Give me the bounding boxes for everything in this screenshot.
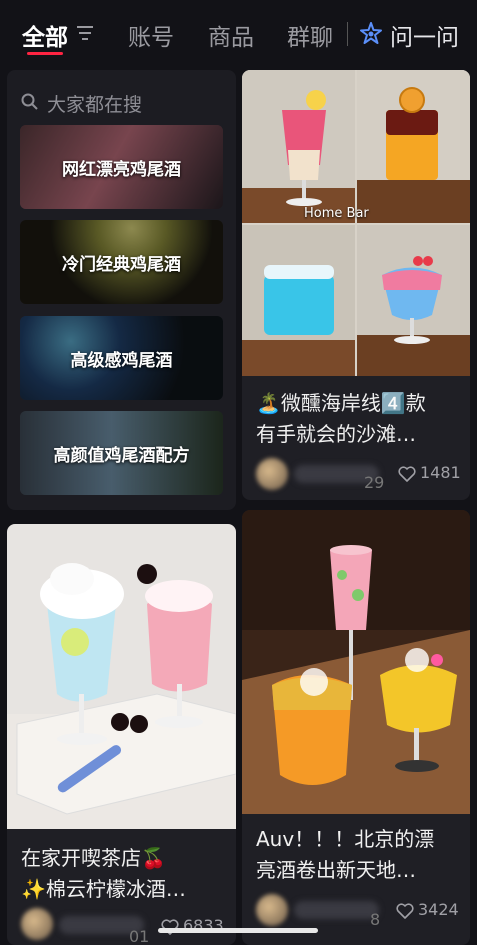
author-avatar[interactable]	[256, 458, 288, 490]
suggestion-item[interactable]: 高级感鸡尾酒	[20, 316, 223, 400]
trending-searches-card: 大家都在搜 网红漂亮鸡尾酒 冷门经典鸡尾酒 高级感鸡尾酒 高颜值鸡尾酒配方	[7, 70, 236, 510]
tab-group-chats[interactable]: 群聊	[287, 18, 333, 52]
like-count: 1481	[420, 463, 461, 482]
image-watermark: Home Bar	[304, 206, 369, 221]
suggestion-label: 高级感鸡尾酒	[20, 316, 223, 400]
suggestion-label: 冷门经典鸡尾酒	[20, 220, 223, 304]
post-title: Auv！！！北京的漂 亮酒卷出新天地…	[256, 827, 435, 882]
tab-accounts[interactable]: 账号	[128, 18, 174, 52]
post-title: 在家开喫茶店🍒 ✨棉云柠檬冰酒…	[21, 846, 186, 901]
suggestion-item[interactable]: 冷门经典鸡尾酒	[20, 220, 223, 304]
home-indicator[interactable]	[158, 928, 318, 933]
top-tab-bar: 全部 账号 商品 群聊 问一问	[0, 0, 477, 66]
post-card[interactable]: Home Bar 🏝️微醺海岸线4️⃣款 有手就会的沙滩… 29 1481	[242, 70, 470, 500]
like-count: 3424	[418, 900, 459, 919]
heart-outline-icon[interactable]	[396, 903, 414, 919]
trending-searches-header: 大家都在搜	[47, 94, 143, 116]
tab-all[interactable]: 全部	[22, 18, 68, 52]
author-avatar[interactable]	[256, 894, 288, 926]
post-image	[7, 524, 236, 829]
author-name-suffix: 29	[364, 473, 385, 492]
post-image	[242, 510, 470, 814]
author-name-suffix: 01	[129, 927, 150, 945]
author-avatar[interactable]	[21, 908, 53, 940]
tab-ask[interactable]: 问一问	[390, 18, 459, 52]
author-name-blurred[interactable]	[294, 901, 379, 919]
ask-sparkle-icon[interactable]	[358, 21, 384, 47]
heart-outline-icon[interactable]	[398, 466, 416, 482]
post-title: 🏝️微醺海岸线4️⃣款 有手就会的沙滩…	[256, 391, 426, 446]
tab-products[interactable]: 商品	[208, 18, 254, 52]
post-image	[242, 70, 470, 376]
active-tab-indicator	[27, 52, 63, 55]
post-card[interactable]: 在家开喫茶店🍒 ✨棉云柠檬冰酒… 01 6833	[7, 524, 236, 945]
post-card[interactable]: Auv！！！北京的漂 亮酒卷出新天地… 8 3424	[242, 510, 470, 945]
suggestion-item[interactable]: 高颜值鸡尾酒配方	[20, 411, 223, 495]
filter-lines-icon[interactable]	[76, 25, 94, 41]
suggestion-label: 网红漂亮鸡尾酒	[20, 125, 223, 209]
suggestion-label: 高颜值鸡尾酒配方	[20, 411, 223, 495]
tab-divider	[347, 22, 348, 46]
author-name-suffix: 8	[370, 910, 381, 929]
suggestion-item[interactable]: 网红漂亮鸡尾酒	[20, 125, 223, 209]
